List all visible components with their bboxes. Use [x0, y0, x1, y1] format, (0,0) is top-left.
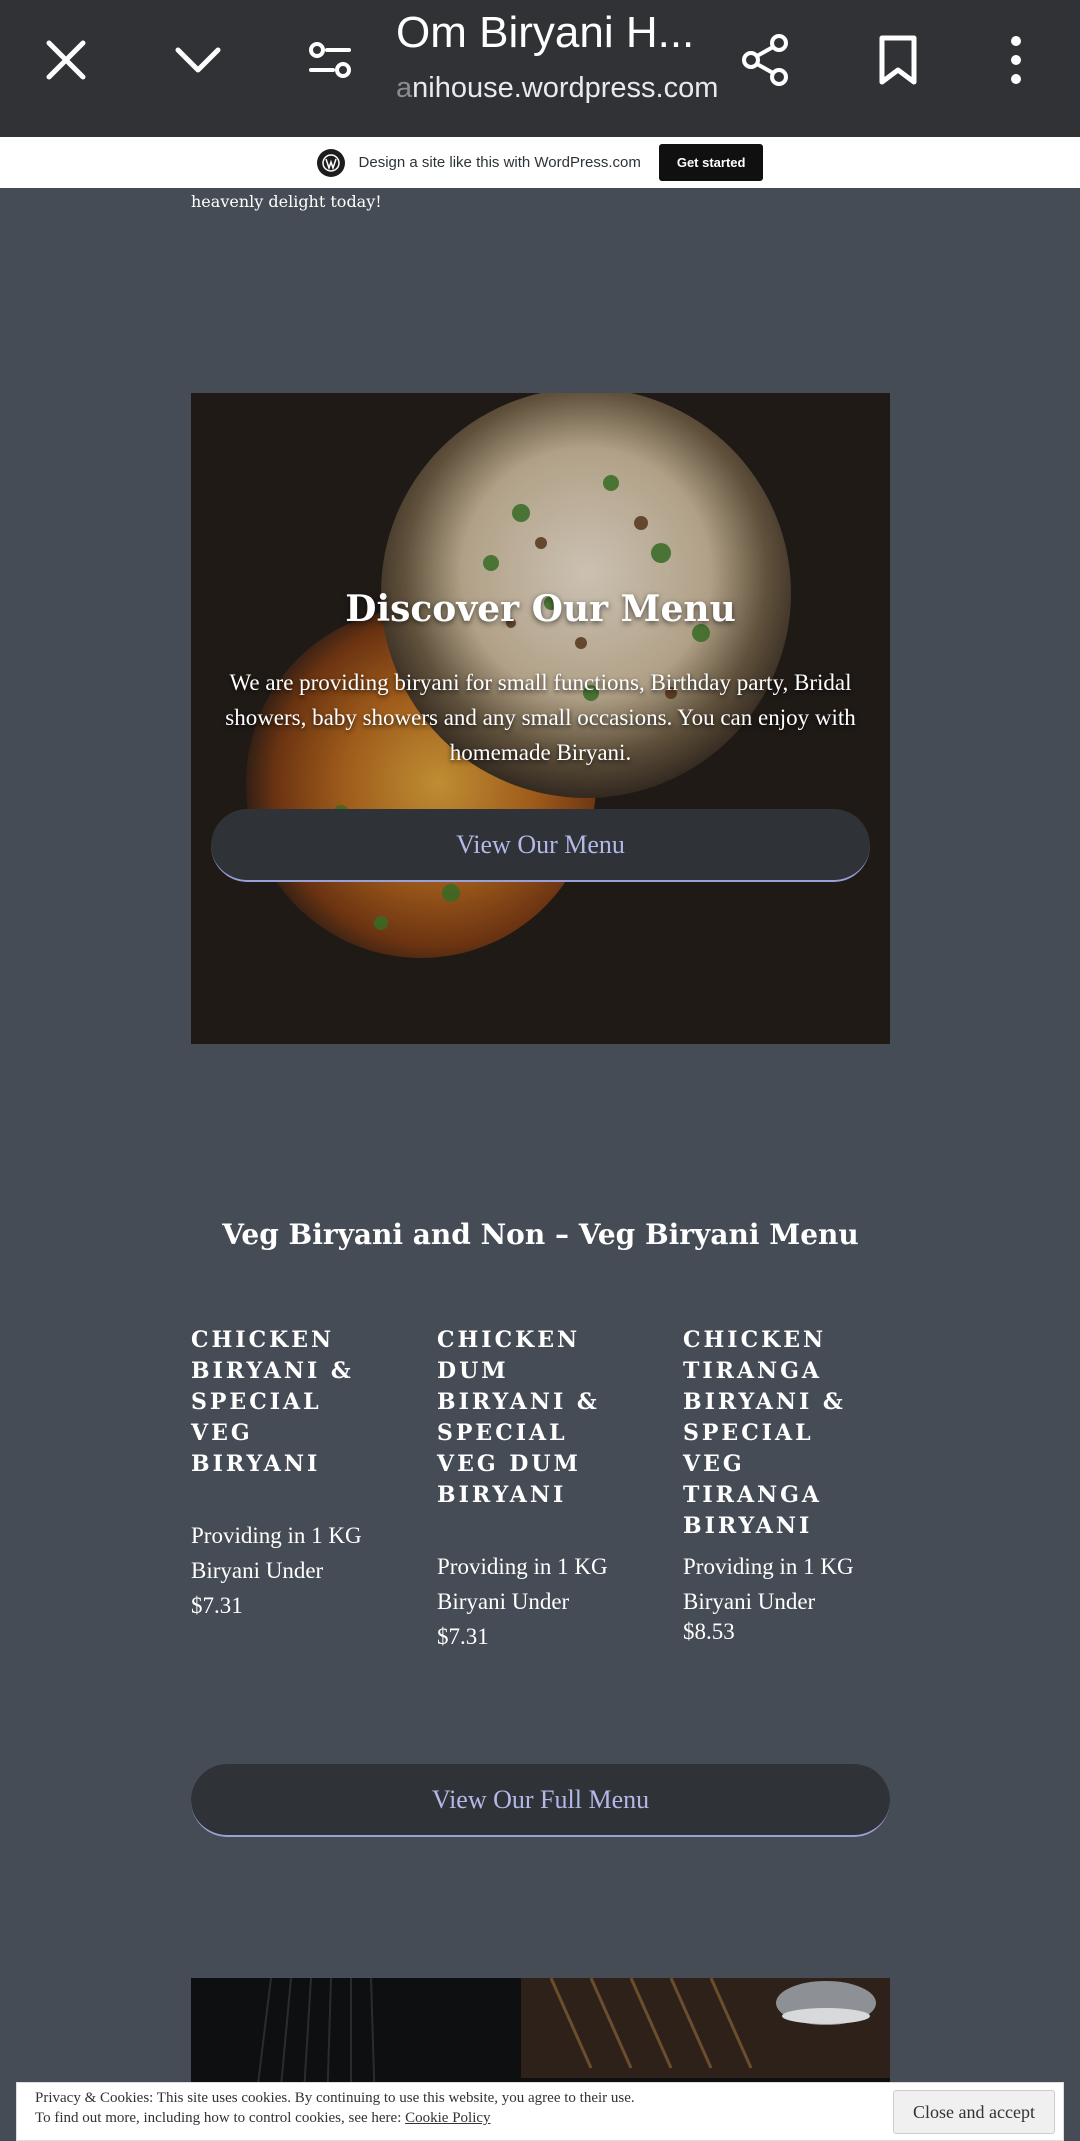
menu-item-price: $7.31 [191, 1593, 243, 1618]
menu-item-name: CHICKEN TIRANGA BIRYANI & SPECIAL VEG TI… [683, 1327, 846, 1539]
wordpress-banner-text[interactable]: Design a site like this with WordPress.c… [359, 154, 641, 171]
menu-section-title: Veg Biryani and Non – Veg Biryani Menu [222, 1218, 859, 1251]
close-icon[interactable] [26, 20, 106, 100]
page-settings-icon[interactable] [290, 20, 370, 100]
url-domain: nihouse.wordpress.com [412, 72, 719, 104]
view-our-menu-button[interactable]: View Our Menu [211, 809, 870, 882]
share-icon[interactable] [726, 20, 806, 100]
bookmark-icon[interactable] [858, 20, 938, 100]
menu-item-desc: Providing in 1 KG Biryani Under [437, 1554, 608, 1614]
more-vert-icon[interactable] [976, 20, 1056, 100]
discover-menu-text: We are providing biryani for small funct… [225, 670, 856, 765]
menu-item: CHICKEN TIRANGA BIRYANI & SPECIAL VEG TI… [683, 1325, 883, 1644]
menu-item-desc: Providing in 1 KG Biryani Under [191, 1523, 362, 1583]
discover-menu-card: Discover Our Menu We are providing birya… [191, 393, 890, 1044]
cookie-policy-link[interactable]: Cookie Policy [405, 2110, 490, 2126]
cookie-text-line2: To find out more, including how to contr… [35, 2110, 491, 2127]
url-text[interactable]: anihouse.wordpress.com [396, 72, 726, 105]
menu-item-name: CHICKEN DUM BIRYANI & SPECIAL VEG DUM BI… [437, 1327, 600, 1508]
view-full-menu-button[interactable]: View Our Full Menu [191, 1764, 890, 1837]
menu-item-price: $7.31 [437, 1624, 489, 1649]
menu-item-desc: Providing in 1 KG Biryani Under [683, 1554, 854, 1614]
menu-item-price: $8.53 [683, 1619, 735, 1644]
intro-text: heavenly delight today! [191, 192, 382, 211]
browser-toolbar: Om Biryani H... anihouse.wordpress.com [0, 0, 1080, 137]
menu-item-name: CHICKEN BIRYANI & SPECIAL VEG BIRYANI [191, 1327, 354, 1477]
page-title[interactable]: Om Biryani H... [396, 8, 726, 58]
cookie-notice: Privacy & Cookies: This site uses cookie… [16, 2082, 1064, 2141]
menu-item: CHICKEN BIRYANI & SPECIAL VEG BIRYANI Pr… [191, 1325, 391, 1618]
close-and-accept-button[interactable]: Close and accept [893, 2090, 1055, 2134]
cookie-text: To find out more, including how to contr… [35, 2110, 402, 2126]
wordpress-logo-icon[interactable] [316, 148, 345, 177]
chevron-down-icon[interactable] [158, 20, 238, 100]
menu-item: CHICKEN DUM BIRYANI & SPECIAL VEG DUM BI… [437, 1325, 637, 1649]
wordpress-banner: Design a site like this with WordPress.c… [0, 137, 1080, 188]
cookie-text-line1: Privacy & Cookies: This site uses cookie… [35, 2090, 635, 2106]
get-started-button[interactable]: Get started [658, 144, 764, 181]
discover-menu-title: Discover Our Menu [345, 588, 736, 630]
url-fade: a [396, 72, 413, 104]
